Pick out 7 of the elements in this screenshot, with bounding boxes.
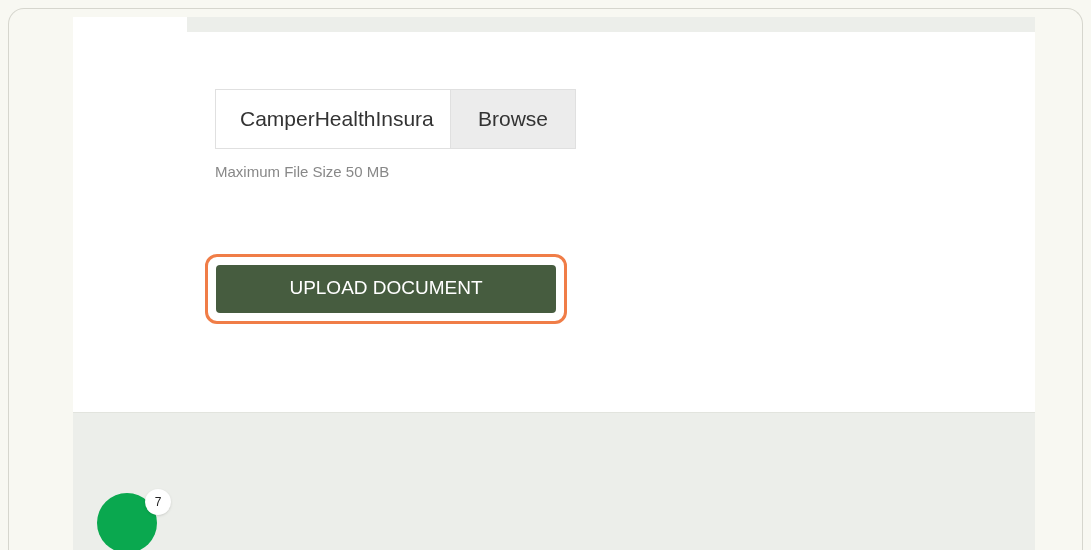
file-input[interactable]: CamperHealthInsura Browse xyxy=(215,89,576,149)
click-marker xyxy=(97,493,157,550)
step-badge: 7 xyxy=(145,489,171,515)
file-name: CamperHealthInsura xyxy=(239,106,435,133)
upload-button[interactable]: UPLOAD DOCUMENT xyxy=(216,264,556,313)
browse-button[interactable]: Browse xyxy=(450,90,575,148)
file-size-hint: Maximum File Size 50 MB xyxy=(215,162,391,182)
